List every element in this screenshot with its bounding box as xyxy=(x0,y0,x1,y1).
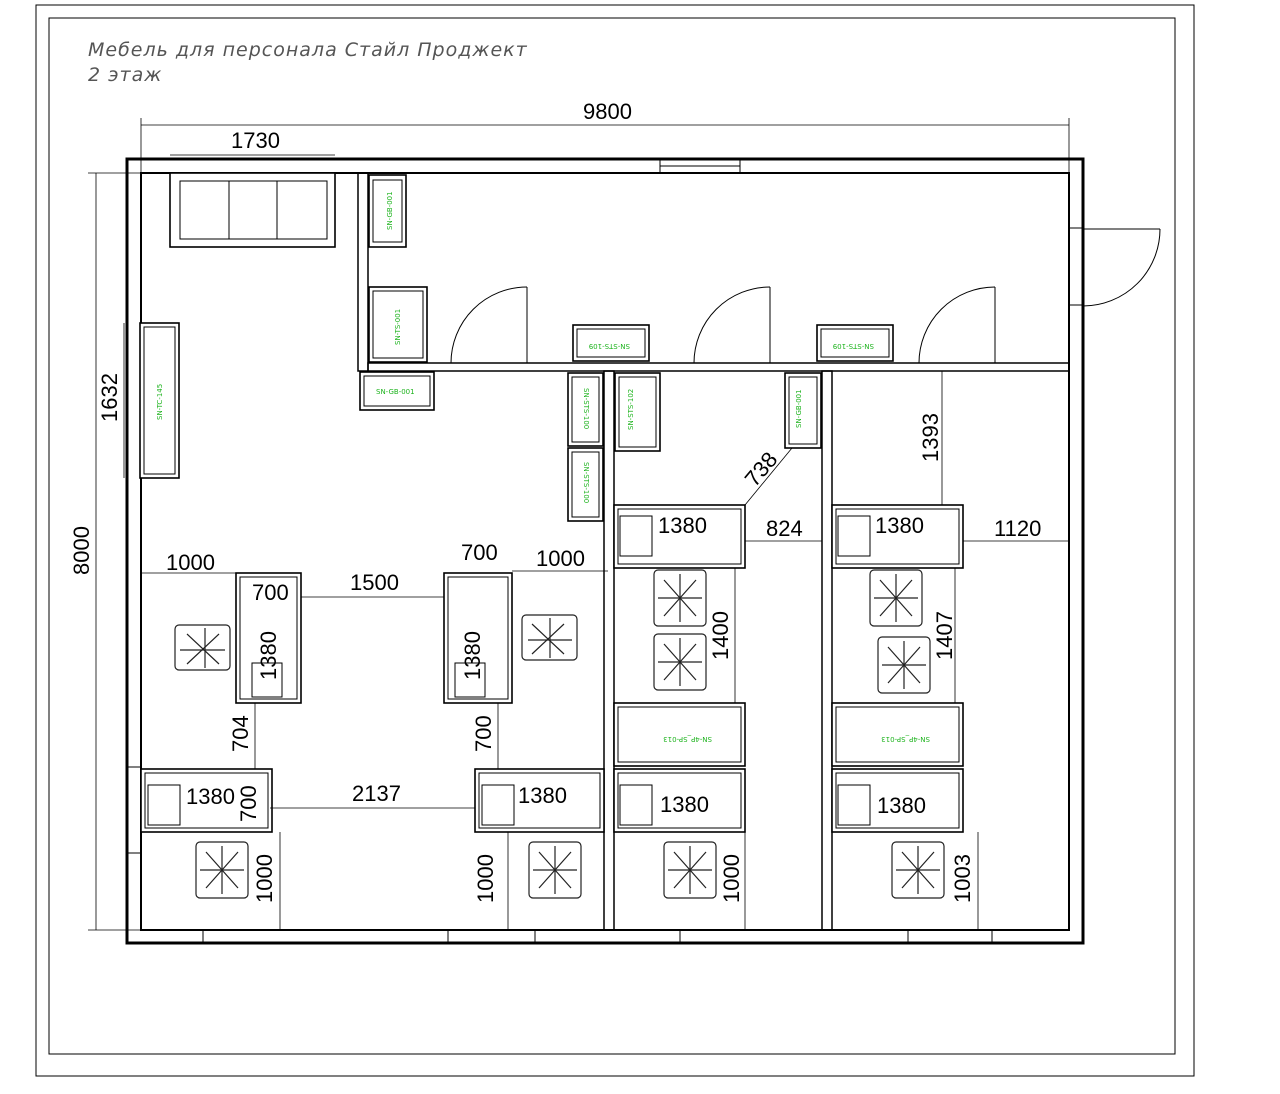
floor-label: 2 этаж xyxy=(88,64,162,86)
cabinet-gb-top: SN-GB-001 xyxy=(368,174,407,248)
label-sn-sts-b: SN-STS-109 xyxy=(833,342,874,350)
label-sn-sts-100: SN-STS-100 xyxy=(582,388,590,429)
dim-738: 738 xyxy=(740,447,783,491)
dim-704: 704 xyxy=(228,715,253,752)
chair xyxy=(195,841,249,899)
label-sn-gb-c: SN-GB-001 xyxy=(795,389,803,428)
label-sn-ts: SN-TS-001 xyxy=(394,309,402,345)
dim-700-a: 700 xyxy=(252,580,289,605)
label-sn-tc: SN-TC-145 xyxy=(156,384,164,420)
dim-overall-width: 9800 xyxy=(583,99,632,124)
cabinet-sts-102: SN-STS-102 xyxy=(614,372,661,452)
label-sn-gb-a: SN-GB-001 xyxy=(386,191,394,230)
cabinet-sts-109-b: SN-STS-109 xyxy=(816,324,894,362)
dim-1393: 1393 xyxy=(918,413,943,462)
floor-plan: Мебель для персонала Стайл Проджект 2 эт… xyxy=(35,4,1195,1077)
sofa xyxy=(169,172,336,248)
chair xyxy=(521,614,578,661)
dim-1000-b2: 1000 xyxy=(473,854,498,903)
desks-room3: SN-4P_SP-013 xyxy=(831,504,964,833)
cabinet-sts-109-a: SN-STS-109 xyxy=(572,324,650,362)
dim-1407: 1407 xyxy=(932,611,957,660)
dim-1000-b1: 1000 xyxy=(252,854,277,903)
dim-1000-left: 1000 xyxy=(166,550,215,575)
cabinet-ts: SN-TS-001 xyxy=(368,286,428,363)
label-sp-b: SN-4P_SP-013 xyxy=(881,735,930,743)
label-sn-sts-a: SN-STS-109 xyxy=(589,342,630,350)
furniture: SN-TC-145 SN-GB-001 SN-TS-001 SN-GB-001 … xyxy=(139,172,964,833)
chair xyxy=(174,624,231,671)
chair xyxy=(653,633,707,691)
dim-1000-mid: 1000 xyxy=(536,546,585,571)
cabinet-tc: SN-TC-145 xyxy=(139,322,180,479)
chair xyxy=(877,636,931,694)
dim-cabinet-height: 1632 xyxy=(97,373,122,422)
dim-1380-d: 1380 xyxy=(518,783,567,808)
dim-1380-a: 1380 xyxy=(256,631,281,680)
dim-overall-height: 8000 xyxy=(69,526,94,575)
dim-1380-g: 1380 xyxy=(875,513,924,538)
chair xyxy=(663,841,717,899)
dim-1380-c: 1380 xyxy=(186,784,235,809)
label-sn-sts-100b: SN-STS-100 xyxy=(582,462,590,503)
dim-700-c: 700 xyxy=(471,715,496,752)
dim-824: 824 xyxy=(766,516,803,541)
drawing-title: Мебель для персонала Стайл Проджект xyxy=(88,39,528,61)
dim-1500: 1500 xyxy=(350,570,399,595)
dim-1380-h: 1380 xyxy=(877,793,926,818)
chair xyxy=(869,569,923,627)
cabinet-gb-room2: SN-GB-001 xyxy=(784,372,822,449)
dim-700-d: 700 xyxy=(236,785,261,822)
cabinet-gb-mid: SN-GB-001 xyxy=(359,371,435,411)
chair xyxy=(528,841,582,899)
dim-700-b: 700 xyxy=(461,540,498,565)
dim-1380-e: 1380 xyxy=(658,513,707,538)
dim-2137: 2137 xyxy=(352,781,401,806)
chair xyxy=(653,569,707,627)
dim-1003: 1003 xyxy=(950,854,975,903)
dim-sofa-width: 1730 xyxy=(231,128,280,153)
cabinet-sts-100: SN-STS-100 SN-STS-100 xyxy=(567,372,604,522)
chair xyxy=(891,841,945,899)
dim-1400: 1400 xyxy=(708,611,733,660)
dim-1000-b3: 1000 xyxy=(719,854,744,903)
label-sn-gb-b: SN-GB-001 xyxy=(376,388,415,396)
dim-1120: 1120 xyxy=(994,516,1041,541)
dim-1380-b: 1380 xyxy=(460,631,485,680)
dim-1380-f: 1380 xyxy=(660,792,709,817)
label-sn-sts-102: SN-STS-102 xyxy=(627,389,635,430)
label-sp-a: SN-4P_SP-013 xyxy=(663,735,712,743)
